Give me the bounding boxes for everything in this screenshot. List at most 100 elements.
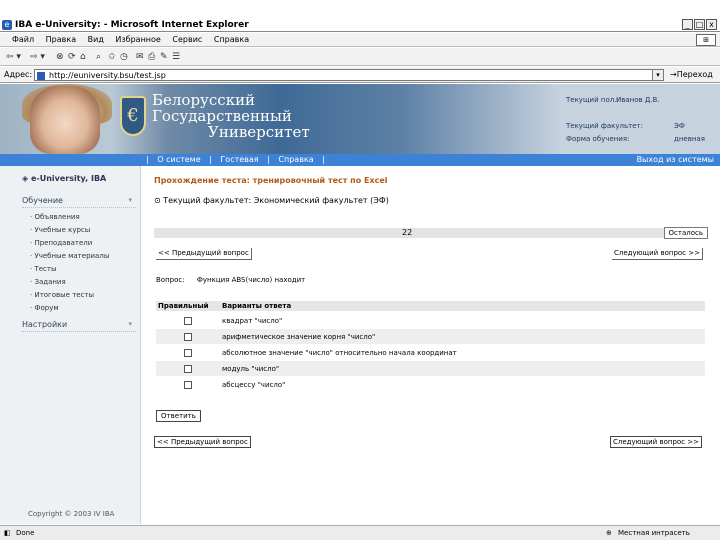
sidebar-item-courses[interactable]: · Учебные курсы [30, 226, 90, 234]
refresh-icon[interactable]: ⟳ [68, 51, 76, 63]
menu-tools[interactable]: Сервис [172, 33, 202, 47]
nav-links: | О системе | Гостевая | Справка | [143, 154, 328, 166]
mail-icon[interactable]: ✉ [136, 51, 144, 63]
banner-photo [30, 86, 100, 154]
answer-row: абсолютное значение "число" относительно… [156, 345, 705, 361]
sidebar-item-tasks[interactable]: · Задания [30, 278, 66, 286]
print-icon[interactable]: ⎙ [148, 51, 155, 63]
nav-bar: | О системе | Гостевая | Справка | Выход… [0, 154, 720, 166]
university-name-line3: Университет [208, 123, 310, 141]
search-icon[interactable]: ⌕ [96, 51, 101, 63]
sidebar-item-label: Учебные курсы [34, 226, 91, 234]
sidebar-logo-text: e-University, IBA [30, 174, 107, 183]
answer-checkbox[interactable] [184, 381, 192, 389]
menu-favorites[interactable]: Избранное [115, 33, 160, 47]
submit-answer-button[interactable]: Ответить [156, 410, 201, 422]
university-name-line1: Белорусский [152, 91, 256, 109]
next-question-button[interactable]: Следующий вопрос >> [612, 248, 703, 260]
sidebar-section-learning[interactable]: Обучение ▾ [22, 196, 136, 208]
history-icon[interactable]: ◷ [120, 51, 128, 63]
nav-about[interactable]: О системе [157, 155, 200, 164]
discuss-icon[interactable]: ☰ [172, 51, 180, 63]
university-name-line2: Государственный [152, 107, 292, 125]
main-content: Прохождение теста: тренировочный тест по… [142, 166, 720, 524]
toolbar: ⇦ ▾ ⇨ ▾ ⊗ ⟳ ⌂ ⌕ ✩ ◷ ✉ ⎙ ✎ ☰ [0, 48, 720, 66]
answers-header: Правильный Варианты ответа [156, 301, 705, 311]
zone-text: Местная интрасеть [618, 529, 690, 537]
address-input[interactable]: http://euniversity.bsu/test.jsp [34, 69, 664, 81]
status-text: Done [16, 529, 35, 537]
sidebar-item-label: Задания [34, 278, 66, 286]
edit-icon[interactable]: ✎ [160, 51, 168, 63]
menu-help[interactable]: Справка [214, 33, 249, 47]
chevron-down-icon: ▾ [128, 320, 132, 328]
answer-row: арифметическое значение корня "число" [156, 329, 705, 345]
sidebar: ◈ e-University, IBA Обучение ▾ · Объявле… [0, 166, 141, 524]
answer-checkbox[interactable] [184, 317, 192, 325]
answer-row: модуль "число" [156, 361, 705, 377]
prev-question-button[interactable]: << Предыдущий вопрос [156, 248, 252, 260]
close-button[interactable]: x [706, 19, 717, 30]
faculty-icon: ⊙ [154, 196, 161, 205]
stop-icon[interactable]: ⊗ [56, 51, 64, 63]
current-faculty: Текущий факультет: ЭФ [566, 122, 685, 130]
sidebar-item-materials[interactable]: · Учебные материалы [30, 252, 109, 260]
university-crest-icon: € [120, 96, 146, 136]
page-title: Прохождение теста: тренировочный тест по… [154, 176, 388, 185]
prev-question-button-bottom[interactable]: << Предыдущий вопрос [154, 436, 251, 448]
answer-row: квадрат "число" [156, 313, 705, 329]
address-bar: Адрес: http://euniversity.bsu/test.jsp ▾… [0, 67, 720, 83]
menu-view[interactable]: Вид [88, 33, 104, 47]
chevron-down-icon: ▾ [128, 196, 132, 204]
faculty-line: ⊙ Текущий факультет: Экономический факул… [154, 196, 389, 205]
answer-checkbox[interactable] [184, 349, 192, 357]
minimize-button[interactable]: _ [682, 19, 693, 30]
favorites-icon[interactable]: ✩ [108, 51, 116, 63]
current-faculty-value: ЭФ [674, 122, 685, 130]
answer-text: абсцессу "число" [222, 381, 286, 389]
current-user: Текущий пол.: Иванов Д.В. [566, 96, 660, 104]
windows-logo-icon: ⊞ [696, 34, 716, 46]
forward-icon[interactable]: ⇨ ▾ [30, 51, 45, 63]
sidebar-item-teachers[interactable]: · Преподаватели [30, 239, 92, 247]
go-arrow-icon: → [670, 70, 677, 79]
status-page-icon: ◧ [4, 529, 11, 537]
answer-checkbox[interactable] [184, 365, 192, 373]
remaining-button[interactable]: Осталось [663, 227, 708, 239]
sidebar-item-forum[interactable]: · Форум [30, 304, 59, 312]
maximize-button[interactable]: □ [694, 19, 705, 30]
nav-guestbook[interactable]: Гостевая [220, 155, 258, 164]
nav-help[interactable]: Справка [278, 155, 313, 164]
sidebar-item-label: Тесты [34, 265, 57, 273]
next-question-button-bottom[interactable]: Следующий вопрос >> [610, 436, 702, 448]
current-user-value: Иванов Д.В. [616, 96, 660, 104]
study-form-label: Форма обучения: [566, 135, 630, 143]
menu-file[interactable]: Файл [12, 33, 34, 47]
logo-icon: ◈ [22, 174, 29, 183]
sidebar-item-announcements[interactable]: · Объявления [30, 213, 80, 221]
question-label: Вопрос: [156, 276, 185, 284]
sidebar-item-label: Преподаватели [34, 239, 93, 247]
question-text: Функция ABS(число) находит [196, 276, 306, 284]
study-form-value: дневная [674, 135, 705, 143]
home-icon[interactable]: ⌂ [80, 51, 86, 63]
logout-link[interactable]: Выход из системы [637, 154, 714, 166]
sidebar-section-label: Настройки [22, 320, 68, 329]
go-button[interactable]: →Переход [670, 70, 713, 79]
address-dropdown-icon[interactable]: ▾ [652, 69, 664, 81]
sidebar-item-label: Форум [34, 304, 59, 312]
answer-text: абсолютное значение "число" относительно… [222, 349, 457, 357]
col-answers: Варианты ответа [222, 302, 292, 310]
sidebar-section-settings[interactable]: Настройки ▾ [22, 320, 136, 332]
faculty-text: Текущий факультет: Экономический факульт… [163, 196, 389, 205]
sidebar-logo: ◈ e-University, IBA [22, 174, 106, 183]
menu-edit[interactable]: Правка [46, 33, 76, 47]
answer-checkbox[interactable] [184, 333, 192, 341]
sidebar-item-tests[interactable]: · Тесты [30, 265, 57, 273]
sidebar-item-final-tests[interactable]: · Итоговые тесты [30, 291, 94, 299]
study-form: Форма обучения: дневная [566, 135, 705, 143]
ie-logo-icon: e [2, 20, 12, 30]
nav-sep: | [146, 155, 149, 164]
address-url[interactable]: http://euniversity.bsu/test.jsp [49, 70, 166, 81]
back-icon[interactable]: ⇦ ▾ [6, 51, 21, 63]
